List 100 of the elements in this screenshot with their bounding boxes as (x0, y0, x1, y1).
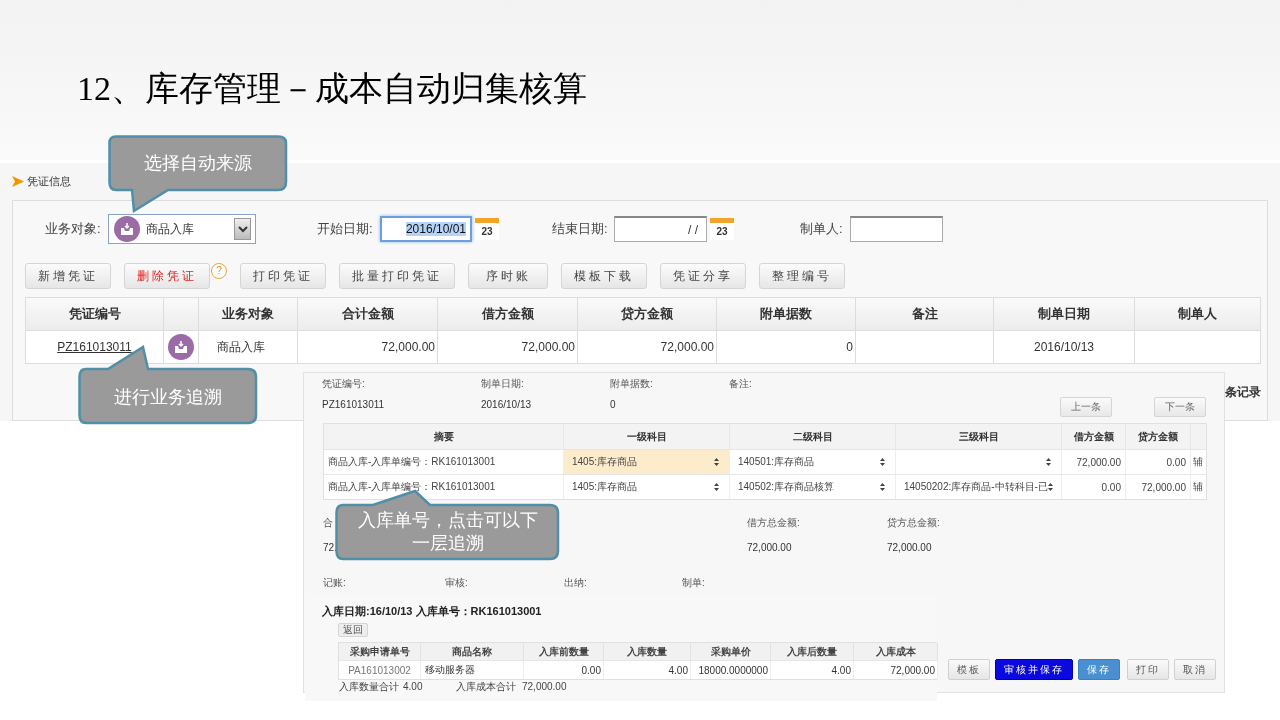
nav-button[interactable]: 上一条 (1060, 397, 1112, 417)
column-header: 摘要 (324, 424, 564, 449)
end-date-field[interactable]: / / (614, 216, 707, 242)
document-title: 入库日期:16/10/13 入库单号：RK161013001 (321, 604, 543, 618)
table-cell: 0.00 (581, 664, 601, 676)
start-date-field[interactable]: 2016/10/01 (380, 216, 472, 242)
calendar-button[interactable]: 23 (475, 218, 499, 240)
total-value: 72,000.00 (887, 542, 932, 553)
callout: 选择自动来源 (108, 135, 288, 215)
column-header: 三级科目 (896, 424, 1062, 449)
total-label: 入库成本合计 (456, 681, 517, 693)
table-cell: 2016/10/13 (1033, 340, 1095, 354)
action-button[interactable]: 取消 (1174, 659, 1216, 680)
field-value: 2016/10/13 (481, 399, 532, 410)
inbox-icon (114, 216, 140, 242)
action-button[interactable]: 审核并保存 (995, 659, 1073, 680)
maker-field[interactable] (850, 216, 943, 242)
spinner-arrows-icon (714, 483, 719, 491)
column-header: 合计金额 (298, 298, 438, 331)
table-cell: 72,000.00 (660, 340, 714, 354)
table-cell: 72,000.00 (521, 340, 575, 354)
column-header: 借方金额 (1062, 424, 1126, 449)
toolbar-button[interactable]: 删除凭证 (124, 263, 210, 289)
column-header: 贷方金额 (1126, 424, 1191, 449)
column-header: 入库前数量 (524, 643, 604, 660)
nav-button[interactable]: 下一条 (1154, 397, 1206, 417)
caret-icon (237, 225, 248, 233)
column-header: 借方金额 (438, 298, 578, 331)
total-label: 贷方总金额: (887, 516, 940, 530)
table-cell: 72,000.00 (1076, 456, 1121, 468)
account-select[interactable]: 14050202:库存商品-中转科目-已 (896, 474, 1062, 499)
maker-label: 制单人: (800, 220, 844, 238)
table-cell: PA161013002 (348, 664, 411, 676)
toolbar-button[interactable]: 模板下载 (561, 263, 647, 289)
slide-title: 12、库存管理－成本自动归集核算 (76, 69, 588, 109)
table-cell: 0.00 (1101, 481, 1121, 493)
spinner-arrows-icon (880, 458, 885, 466)
account-select[interactable]: 140502:库存商品核算 (730, 474, 896, 499)
spinner-arrows-icon (714, 458, 719, 466)
table-cell: 0.00 (1166, 456, 1186, 468)
table-cell: 72,000.00 (890, 664, 935, 676)
toolbar-button[interactable]: 打印凭证 (240, 263, 326, 289)
spinner-arrows-icon (880, 483, 885, 491)
start-date-label: 开始日期: (317, 220, 374, 238)
table-cell: 72,000.00 (381, 340, 435, 354)
action-button[interactable]: 打印 (1127, 659, 1169, 680)
column-header: 入库成本 (854, 643, 938, 660)
account-select[interactable]: 1405:库存商品 (564, 474, 730, 499)
table-cell: 4.00 (668, 664, 688, 676)
signoff-label: 出纳: (564, 576, 588, 590)
table-cell: 18000.0000000 (698, 664, 768, 676)
table-cell: 移动服务器 (425, 663, 475, 677)
field-label: 凭证编号: (322, 377, 365, 391)
total-label: 合 (323, 516, 333, 530)
column-header: 制单人 (1135, 298, 1261, 331)
column-header: 一级科目 (564, 424, 730, 449)
field-value: 0 (610, 399, 616, 410)
table-cell: 72,000.00 (1141, 481, 1186, 493)
column-header: 凭证编号 (26, 298, 164, 331)
field-label: 附单据数: (610, 377, 653, 391)
account-select[interactable]: 140501:库存商品 (730, 449, 896, 474)
back-button[interactable]: 返回 (338, 623, 368, 637)
column-header: 二级科目 (730, 424, 896, 449)
total-value: 4.00 (403, 681, 424, 693)
field-value: PZ161013011 (322, 399, 385, 410)
column-header: 入库后数量 (771, 643, 854, 660)
toolbar-button[interactable]: 批量打印凭证 (339, 263, 455, 289)
column-header: 商品名称 (421, 643, 524, 660)
column-header: 备注 (856, 298, 994, 331)
arrow-icon (12, 176, 24, 187)
inbox-icon (168, 334, 194, 360)
calendar-button[interactable]: 23 (710, 218, 734, 240)
column-header: 采购单价 (691, 643, 771, 660)
toolbar-button[interactable]: 新增凭证 (25, 263, 111, 289)
column-header: 入库数量 (604, 643, 691, 660)
record-count: 条记录 (1225, 384, 1261, 401)
column-header: 附单据数 (717, 298, 856, 331)
toolbar-button[interactable]: 序时账 (468, 263, 548, 289)
total-label: 入库数量合计 (339, 681, 400, 693)
business-select[interactable]: 商品入库 (108, 214, 256, 244)
total-value: 72,000.00 (522, 681, 568, 693)
spinner-arrows-icon (1046, 458, 1051, 466)
column-header: 业务对象 (199, 298, 298, 331)
business-label: 业务对象: (45, 220, 102, 238)
column-header: 制单日期 (994, 298, 1135, 331)
total-label: 借方总金额: (747, 516, 800, 530)
spinner-arrows-icon (1047, 483, 1053, 491)
toolbar-button[interactable]: 整理编号 (759, 263, 845, 289)
signoff-label: 记账: (323, 576, 347, 590)
account-select[interactable]: 1405:库存商品 (564, 449, 730, 474)
toolbar-button[interactable]: 凭证分享 (660, 263, 746, 289)
signoff-label: 审核: (445, 576, 469, 590)
column-header: 采购申请单号 (339, 643, 421, 660)
table-cell: 商品入库 (217, 338, 265, 356)
total-value: 72,000.00 (747, 542, 792, 553)
action-button[interactable]: 模板 (948, 659, 990, 680)
table-cell: 0 (846, 340, 853, 354)
field-label: 备注: (729, 377, 752, 391)
section-title: 凭证信息 (27, 174, 71, 189)
field-label: 制单日期: (481, 377, 524, 391)
